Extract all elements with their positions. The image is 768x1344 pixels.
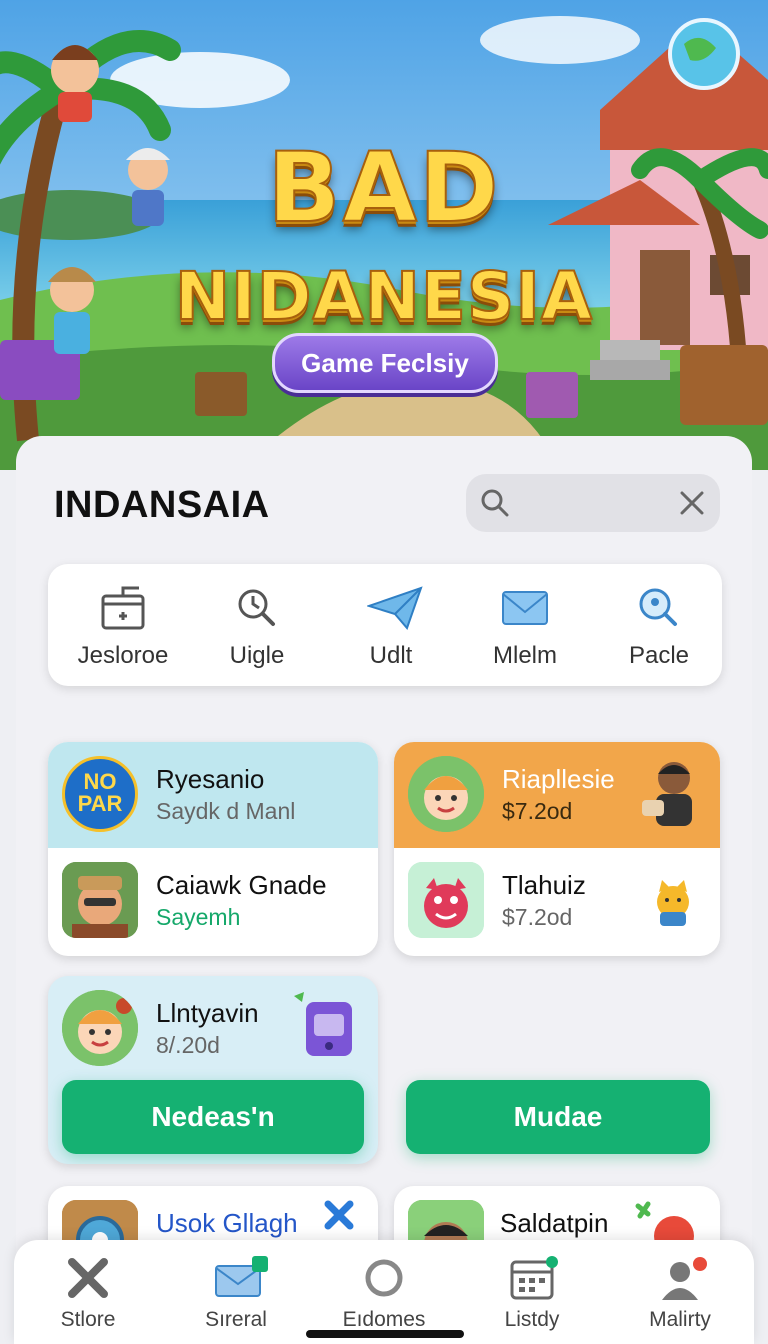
hero-banner: BAD NIDANESIA Game Feclsiy [0,0,768,470]
cat-icon [657,880,689,926]
list-item[interactable]: Caiawk Gnade Sayemh [48,848,378,954]
card-header: Llntyavin 8/.20d [48,976,378,1082]
card-title: Saldatpin [500,1208,609,1238]
cross-icon [324,1200,354,1230]
game-card-riapllesie[interactable]: Riapllesie $7.2od Tlahuiz $7.2od [394,742,720,956]
calendar-icon [510,1256,558,1300]
game-subtitle-badge: Game Feclsiy [272,333,498,393]
game-card-ryesanio[interactable]: NO PAR Ryesanio Saydk d Manl Caiawk Gnad… [48,742,378,956]
avatar [62,990,138,1066]
nedeasn-button[interactable]: Nedeas'n [62,1080,364,1154]
list-item[interactable]: Tlahuiz $7.2od [394,848,720,954]
quick-action-pacle[interactable]: Pacle [592,564,726,686]
tab-eidomes[interactable]: Eıdomes [310,1240,458,1344]
robot-icon [294,992,352,1056]
card-title: Llntyavin [156,998,259,1028]
card-header: Riapllesie $7.2od [394,742,720,848]
card-price: $7.2od [502,904,573,930]
game-card-llntyavin[interactable]: Llntyavin 8/.20d Nedeas'n [48,976,378,1164]
page-title: INDANSAIA [54,484,270,526]
quick-action-label: Pacle [628,642,690,669]
mudae-button[interactable]: Mudae [406,1080,710,1154]
card-title: Caiawk Gnade [156,870,327,900]
game-title-line2: NIDANESIA [174,257,594,336]
game-title-line1: BAD [266,131,501,245]
close-icon[interactable] [678,489,706,522]
game-thumbnail [408,862,484,938]
tab-listdy[interactable]: Listdy [458,1240,606,1344]
tab-store[interactable]: Stlore [14,1240,162,1344]
search-input[interactable] [466,474,720,532]
quick-action-label: Udlt [369,642,413,669]
card-title: Tlahuiz [502,870,586,900]
character-icon [642,762,692,826]
circle-icon [365,1259,403,1297]
quick-actions-bar: Jesloroe Uigle Udlt Mlelm Pacle [48,564,722,686]
tools-icon [68,1258,108,1298]
no-par-badge: NO PAR [62,756,138,832]
tab-label: Stlore [60,1308,116,1331]
quick-action-uigle[interactable]: Uigle [190,564,324,686]
mail-icon [215,1256,268,1297]
search-icon [480,488,510,523]
card-title: Ryesanio [156,764,265,794]
box-icon [101,586,145,630]
game-thumbnail [62,862,138,938]
tab-label: Eıdomes [342,1308,426,1331]
tab-sireral[interactable]: Sıreral [162,1240,310,1344]
envelope-icon [502,591,548,625]
card-price: 8/.20d [156,1032,220,1058]
profile-icon [662,1257,707,1300]
card-subtitle: Sayemh [156,904,241,930]
quick-action-label: Mlelm [493,642,557,669]
search-badge-icon [639,588,677,626]
card-price: $7.2od [502,798,573,824]
card-header: NO PAR Ryesanio Saydk d Manl [48,742,378,848]
quick-action-udlt[interactable]: Udlt [324,564,458,686]
card-title: Usok Gllagh [156,1208,298,1238]
bottom-tab-bar: Stlore Sıreral Eıdomes Listdy Malirty [14,1240,754,1344]
avatar [408,756,484,832]
card-subtitle: Saydk d Manl [156,798,296,824]
tab-label: Sıreral [205,1308,267,1331]
quick-action-jesloroe[interactable]: Jesloroe [56,564,190,686]
home-indicator [306,1330,464,1338]
quick-action-label: Jesloroe [77,642,169,669]
paper-plane-icon [367,586,423,630]
tab-malirty[interactable]: Malirty [606,1240,754,1344]
tab-label: Listdy [504,1308,560,1331]
quick-action-label: Uigle [229,642,285,669]
tab-label: Malirty [649,1308,711,1331]
quick-action-mlelm[interactable]: Mlelm [458,564,592,686]
magnifier-icon [238,589,275,626]
card-title: Riapllesie [502,764,615,794]
